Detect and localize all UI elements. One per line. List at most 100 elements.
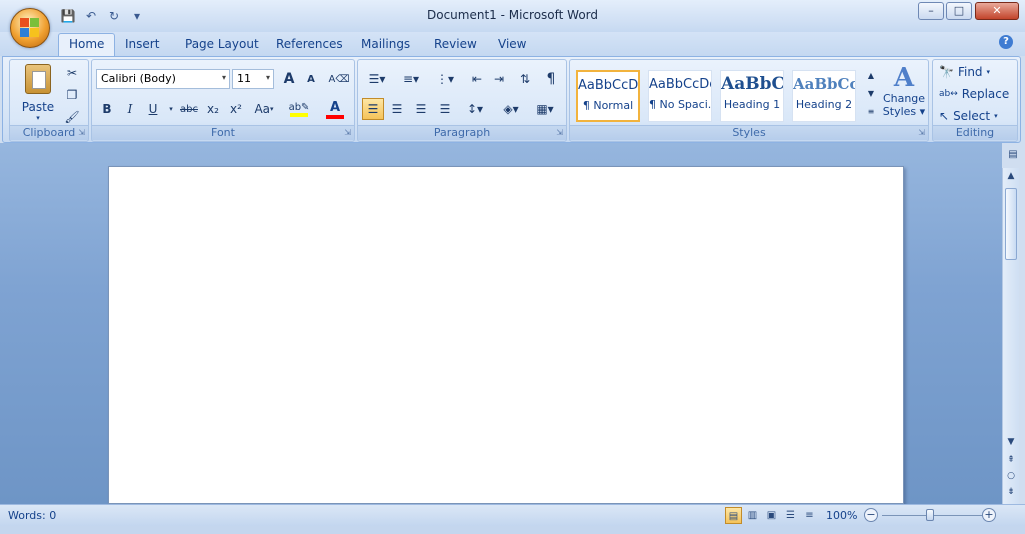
next-page-icon[interactable]: ⇟ [1003,484,1019,500]
shrink-font-button[interactable]: A [300,68,322,90]
clear-formatting-icon[interactable]: A⌫ [328,68,350,90]
line-spacing-icon[interactable]: ↕▾ [460,98,490,120]
numbering-icon[interactable]: ≡▾ [396,68,426,90]
strikethrough-button[interactable]: abc [178,98,200,120]
change-styles-icon: A [893,63,915,93]
multilevel-list-icon[interactable]: ⋮▾ [430,68,460,90]
customize-icon[interactable]: ▾ [127,7,147,25]
styles-more-icon[interactable]: ≡ [864,102,878,120]
find-button[interactable]: 🔭 Find ▾ [939,62,990,82]
office-button[interactable] [10,8,50,48]
show-formatting-icon[interactable]: ¶ [540,68,562,90]
browse-object-icon[interactable]: ○ [1003,468,1019,484]
tab-references[interactable]: References [276,37,343,51]
superscript-button[interactable]: x² [225,98,247,120]
dialog-launcher-icon[interactable]: ⇲ [556,128,563,137]
web-layout-icon[interactable]: ▣ [763,507,780,524]
justify-icon[interactable]: ☰ [434,98,456,120]
sort-icon[interactable]: ⇅ [514,68,536,90]
undo-icon[interactable]: ↶ [81,7,101,25]
styles-scroll-up-icon[interactable]: ▲ [864,66,878,84]
document-page[interactable] [108,166,904,504]
status-bar: Words: 0 ▤ ▥ ▣ ☰ ≡ 100% − + [0,504,1025,526]
redo-icon[interactable]: ↻ [104,7,124,25]
align-center-icon[interactable]: ☰ [386,98,408,120]
font-size-select[interactable]: 11 ▾ [232,69,274,89]
cursor-icon: ↖ [939,109,950,123]
subscript-button[interactable]: x₂ [202,98,224,120]
title-bar: Document1 - Microsoft Word 💾 ↶ ↻ ▾ – □ ✕ [0,0,1025,32]
highlight-button[interactable]: ab✎ [284,98,314,120]
zoom-level[interactable]: 100% [826,509,857,522]
outline-icon[interactable]: ☰ [782,507,799,524]
window-title: Document1 - Microsoft Word [426,8,599,22]
full-screen-reading-icon[interactable]: ▥ [744,507,761,524]
align-left-icon[interactable]: ☰ [362,98,384,120]
draft-icon[interactable]: ≡ [801,507,818,524]
replace-button[interactable]: ab↔ Replace [939,84,1009,104]
styles-group-label: Styles ⇲ [570,125,928,140]
style-heading-2[interactable]: AaBbCc Heading 2 [792,70,856,122]
dialog-launcher-icon[interactable]: ⇲ [344,128,351,137]
view-ruler-icon[interactable]: ▤ [1005,149,1021,165]
align-right-icon[interactable]: ☰ [410,98,432,120]
paste-label: Paste [21,100,55,114]
style-no-spacing[interactable]: AaBbCcDc ¶ No Spaci... [648,70,712,122]
bullets-icon[interactable]: ☰▾ [362,68,392,90]
decrease-indent-icon[interactable]: ⇤ [466,68,488,90]
help-icon[interactable]: ? [999,35,1013,49]
clipboard-group: Paste ▾ ✂ ❐ 🖌 Clipboard ⇲ [9,59,89,142]
scroll-thumb[interactable] [1005,188,1017,260]
copy-icon[interactable]: ❐ [61,84,83,106]
word-count[interactable]: Words: 0 [8,509,56,522]
close-button[interactable]: ✕ [975,2,1019,20]
clipboard-icon [25,64,51,94]
italic-button[interactable]: I [119,98,141,120]
styles-group: AaBbCcDc ¶ Normal AaBbCcDc ¶ No Spaci...… [569,59,929,142]
ribbon-tabs: Home Insert Page Layout References Maili… [0,32,1025,57]
minimize-button[interactable]: – [918,2,944,20]
tab-view[interactable]: View [498,37,526,51]
paragraph-group-label: Paragraph ⇲ [358,125,566,140]
font-family-select[interactable]: Calibri (Body) ▾ [96,69,230,89]
previous-page-icon[interactable]: ⇞ [1003,452,1019,468]
tab-home[interactable]: Home [58,33,116,57]
style-heading-1[interactable]: AaBbCc Heading 1 [720,70,784,122]
paste-button[interactable]: Paste ▾ [18,62,58,122]
change-styles-button[interactable]: A Change Styles ▾ [882,64,926,126]
dialog-launcher-icon[interactable]: ⇲ [918,128,925,137]
borders-icon[interactable]: ▦▾ [530,98,560,120]
grow-font-button[interactable]: A [278,68,300,90]
view-buttons: ▤ ▥ ▣ ☰ ≡ [725,507,818,525]
tab-mailings[interactable]: Mailings [361,37,410,51]
zoom-out-icon[interactable]: − [864,508,878,522]
editing-group: 🔭 Find ▾ ab↔ Replace ↖ Select ▾ Editing [932,59,1018,142]
scroll-down-icon[interactable]: ▼ [1003,434,1019,450]
styles-scroll-down-icon[interactable]: ▼ [864,84,878,102]
style-normal[interactable]: AaBbCcDc ¶ Normal [576,70,640,122]
cut-icon[interactable]: ✂ [61,62,83,84]
save-icon[interactable]: 💾 [58,7,78,25]
bold-button[interactable]: B [96,98,118,120]
scroll-up-icon[interactable]: ▲ [1003,168,1019,184]
window-bottom-edge [0,526,1025,534]
editing-group-label: Editing [933,125,1017,140]
select-button[interactable]: ↖ Select ▾ [939,106,998,126]
zoom-slider-thumb[interactable] [926,509,934,521]
word-window: Document1 - Microsoft Word 💾 ↶ ↻ ▾ – □ ✕… [0,0,1025,534]
vertical-scrollbar[interactable]: ▲ ▼ ⇞ ○ ⇟ [1002,168,1019,504]
font-color-button[interactable]: A [320,98,350,120]
print-layout-icon[interactable]: ▤ [725,507,742,524]
tab-insert[interactable]: Insert [125,37,159,51]
shading-icon[interactable]: ◈▾ [496,98,526,120]
maximize-button[interactable]: □ [946,2,972,20]
document-area [0,143,1002,504]
tab-page-layout[interactable]: Page Layout [185,37,259,51]
zoom-in-icon[interactable]: + [982,508,996,522]
office-logo-icon [20,18,40,38]
increase-indent-icon[interactable]: ⇥ [488,68,510,90]
tab-review[interactable]: Review [434,37,477,51]
highlighter-icon: ab✎ [288,101,310,113]
dialog-launcher-icon[interactable]: ⇲ [78,128,85,137]
change-case-button[interactable]: Aa ▾ [250,98,278,120]
